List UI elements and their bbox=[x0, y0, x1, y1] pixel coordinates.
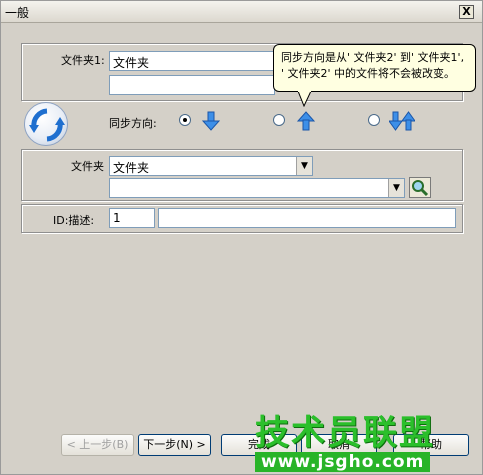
title-bar[interactable]: 一般 X bbox=[1, 1, 482, 23]
chevron-down-icon[interactable]: ▼ bbox=[296, 157, 312, 175]
radio-direction-down[interactable] bbox=[179, 114, 191, 126]
sync-direction-label: 同步方向: bbox=[109, 117, 157, 130]
radio-direction-both[interactable] bbox=[368, 114, 380, 126]
folder1-label: 文件夹1: bbox=[61, 54, 105, 67]
watermark-url: www.jsgho.com bbox=[255, 452, 431, 472]
tooltip-line-1: 同步方向是从' 文件夹2' 到' 文件夹1', bbox=[281, 51, 465, 64]
close-button[interactable]: X bbox=[459, 5, 474, 19]
description-input[interactable] bbox=[158, 208, 456, 228]
folder2-path-dropdown[interactable]: ▼ bbox=[109, 178, 405, 198]
next-button[interactable]: 下一步(N) > bbox=[138, 434, 211, 456]
window-title: 一般 bbox=[5, 6, 30, 20]
folder2-type-dropdown[interactable]: 文件夹 ▼ bbox=[109, 156, 313, 176]
tooltip-bubble: 同步方向是从' 文件夹2' 到' 文件夹1', ' 文件夹2' 中的文件将不会被… bbox=[273, 44, 476, 92]
folder2-type-value: 文件夹 bbox=[113, 161, 150, 175]
arrow-both-icon bbox=[389, 111, 415, 131]
folder2-label: 文件夹 bbox=[71, 160, 104, 173]
watermark-title: 技术员联盟 bbox=[255, 413, 435, 453]
id-desc-label: ID:描述: bbox=[53, 214, 95, 227]
sync-logo-icon bbox=[24, 102, 68, 146]
arrow-up-icon bbox=[297, 111, 315, 131]
chevron-down-icon[interactable]: ▼ bbox=[388, 179, 404, 197]
tooltip-tail bbox=[297, 91, 312, 107]
watermark: 技术员联盟 www.jsgho.com bbox=[255, 405, 475, 472]
folder1-path-input[interactable] bbox=[109, 75, 275, 95]
browse-button[interactable] bbox=[409, 177, 431, 198]
id-input[interactable]: 1 bbox=[109, 208, 155, 228]
back-button[interactable]: < 上一步(B) bbox=[61, 434, 134, 456]
folder1-input[interactable]: 文件夹 bbox=[109, 51, 275, 71]
arrow-down-icon bbox=[202, 111, 220, 131]
magnifier-icon bbox=[412, 180, 429, 197]
dialog-window: 一般 X 文件夹1: 文件夹 同步方向是从' 文件夹2' 到' 文件夹1', '… bbox=[0, 0, 483, 475]
radio-direction-up[interactable] bbox=[273, 114, 285, 126]
tooltip-line-2: ' 文件夹2' 中的文件将不会被改变。 bbox=[281, 67, 456, 80]
